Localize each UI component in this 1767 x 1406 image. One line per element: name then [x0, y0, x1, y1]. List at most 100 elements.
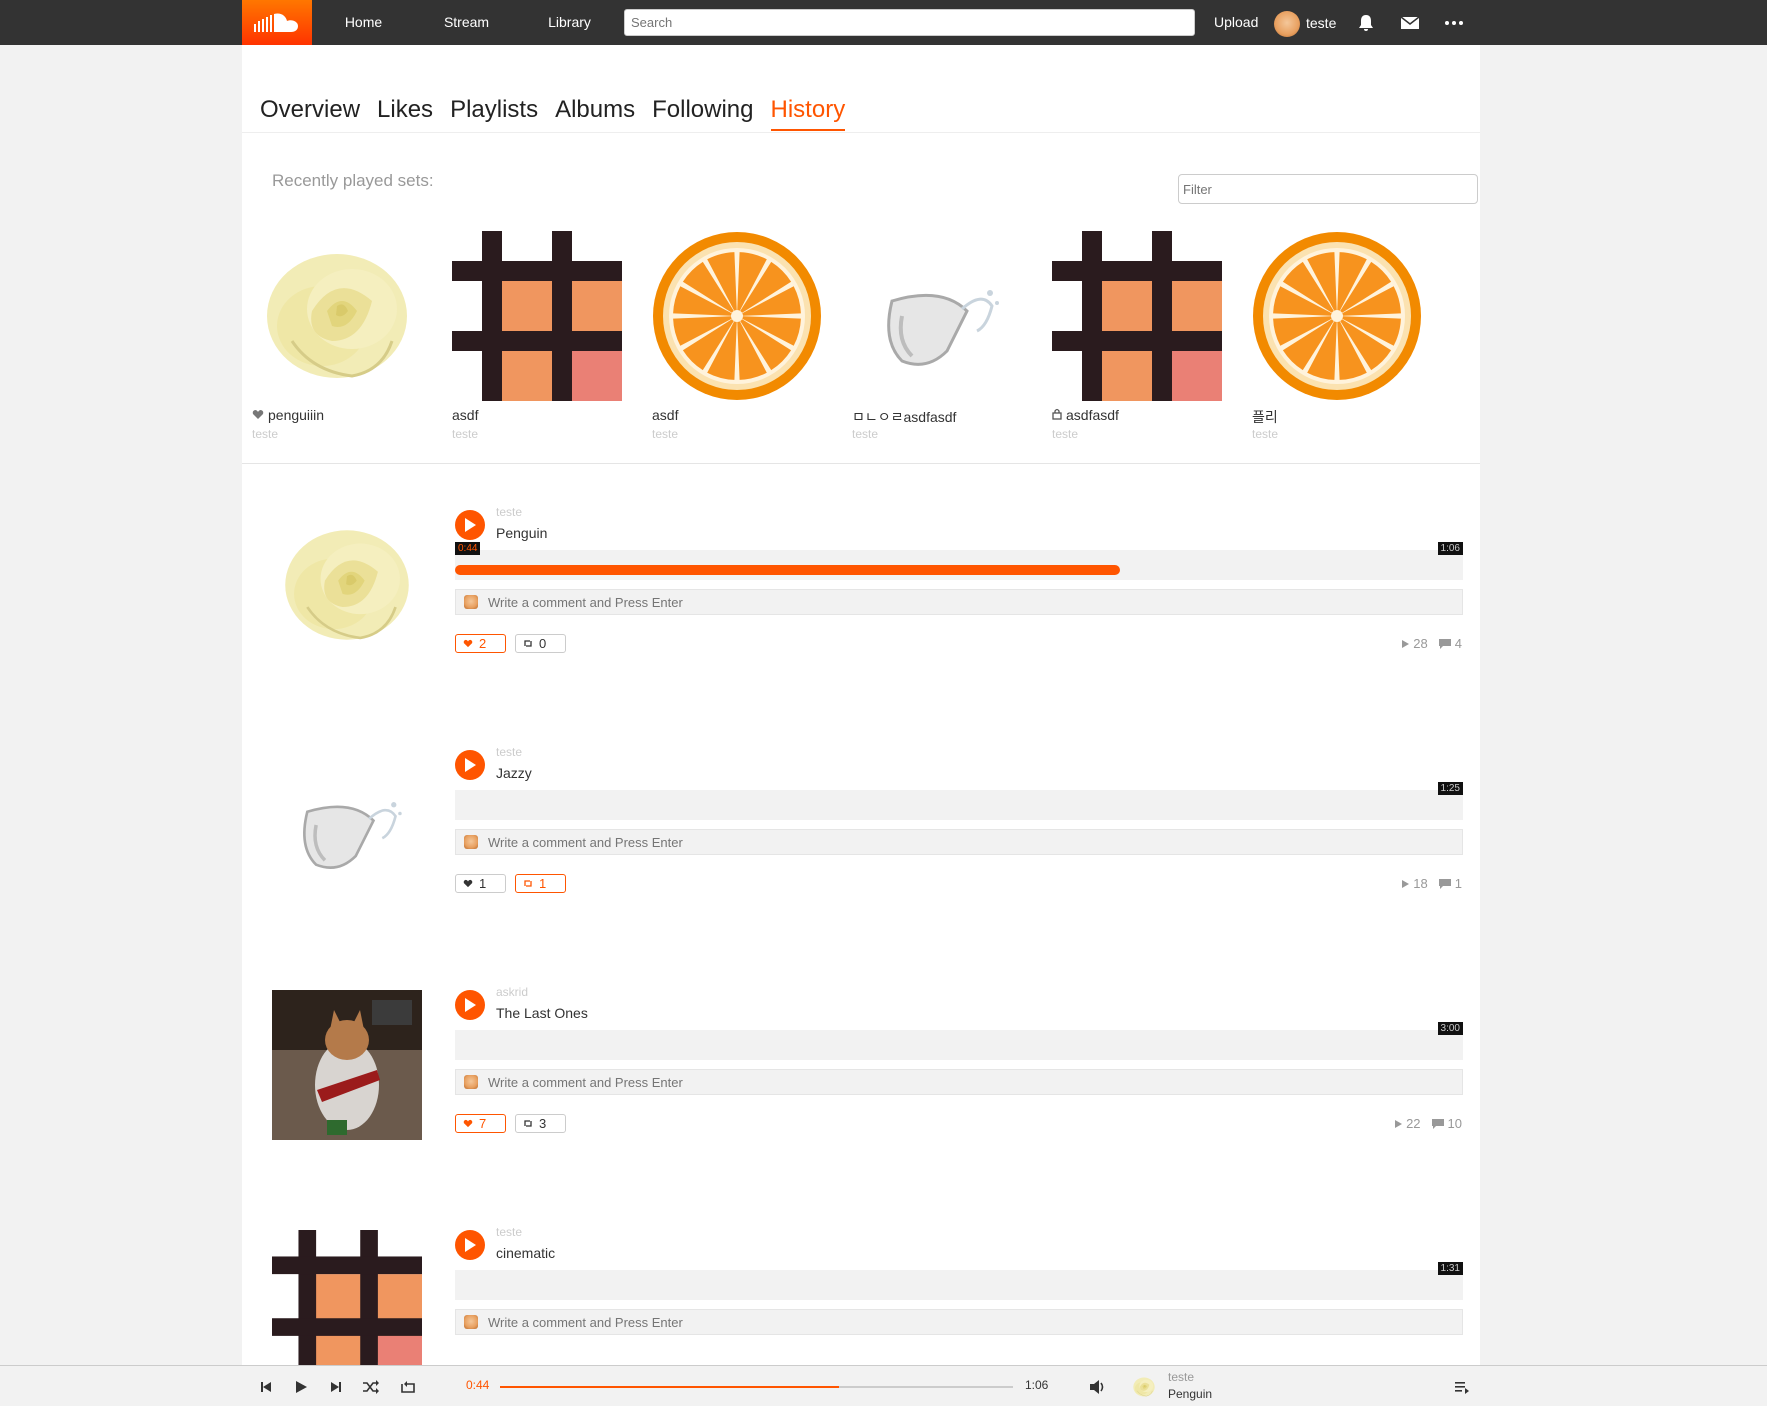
play-icon[interactable]	[291, 1377, 311, 1397]
track-title[interactable]: cinematic	[496, 1245, 555, 1261]
track-waveform[interactable]: 1:31	[455, 1262, 1463, 1300]
like-count: 1	[479, 876, 487, 891]
track-user[interactable]: teste	[496, 1225, 522, 1239]
set-title[interactable]: asdfasdf	[1052, 407, 1119, 423]
section-title: Recently played sets:	[272, 171, 434, 190]
track-title[interactable]: The Last Ones	[496, 1005, 588, 1021]
prev-icon[interactable]	[256, 1377, 276, 1397]
set-card[interactable]: 플리 teste	[1252, 231, 1422, 491]
track-waveform[interactable]: 0:44 1:06	[455, 542, 1463, 580]
set-owner[interactable]: teste	[652, 427, 678, 441]
set-artwork[interactable]	[1052, 231, 1222, 401]
tab-history[interactable]: History	[770, 95, 846, 131]
nav-home[interactable]: Home	[312, 0, 415, 45]
tab-playlists[interactable]: Playlists	[450, 95, 538, 131]
shuffle-icon[interactable]	[361, 1377, 381, 1397]
queue-icon[interactable]	[1452, 1377, 1472, 1397]
comment-input[interactable]	[488, 1072, 1448, 1092]
track-artwork[interactable]	[272, 750, 422, 900]
repost-button[interactable]: 1	[515, 874, 566, 893]
set-owner[interactable]: teste	[452, 427, 478, 441]
player-progress[interactable]	[500, 1386, 1013, 1388]
tab-likes[interactable]: Likes	[377, 95, 433, 131]
volume-icon[interactable]	[1088, 1377, 1108, 1397]
track-duration: 1:31	[1437, 1262, 1463, 1275]
play-count-icon	[1395, 1119, 1403, 1128]
set-card[interactable]: ㅁㄴㅇㄹasdfasdf teste	[852, 231, 1022, 491]
track-title[interactable]: Jazzy	[496, 765, 532, 781]
player-track-user[interactable]: teste	[1168, 1370, 1194, 1384]
set-artwork[interactable]	[1252, 231, 1422, 401]
tab-overview[interactable]: Overview	[260, 95, 360, 131]
set-title-text: asdfasdf	[1066, 407, 1119, 423]
player-track-title[interactable]: Penguin	[1168, 1387, 1212, 1401]
repost-button[interactable]: 3	[515, 1114, 566, 1133]
filter-input[interactable]	[1178, 174, 1478, 204]
like-count: 7	[479, 1116, 487, 1131]
track-play-button[interactable]	[455, 750, 485, 780]
like-button[interactable]: 2	[455, 634, 506, 653]
track-user[interactable]: askrid	[496, 985, 528, 999]
set-title[interactable]: asdf	[452, 407, 478, 423]
like-count: 2	[479, 636, 487, 651]
set-owner[interactable]: teste	[252, 427, 278, 441]
track-play-button[interactable]	[455, 1230, 485, 1260]
track-duration: 3:00	[1437, 1022, 1463, 1035]
track-artwork[interactable]	[272, 1230, 422, 1365]
set-artwork[interactable]	[452, 231, 622, 401]
comment-input[interactable]	[488, 832, 1448, 852]
upload-link[interactable]: Upload	[1214, 0, 1258, 45]
set-artwork[interactable]	[852, 231, 1022, 401]
tab-following[interactable]: Following	[652, 95, 753, 131]
mail-icon[interactable]	[1400, 13, 1420, 33]
set-title[interactable]: ㅁㄴㅇㄹasdfasdf	[852, 407, 956, 427]
username[interactable]: teste	[1306, 0, 1336, 45]
set-card[interactable]: asdfasdf teste	[1052, 231, 1222, 491]
comment-input[interactable]	[488, 1312, 1448, 1332]
track-play-button[interactable]	[455, 510, 485, 540]
search-input[interactable]	[624, 9, 1195, 36]
track-user[interactable]: teste	[496, 505, 522, 519]
like-button[interactable]: 7	[455, 1114, 506, 1133]
track-play-button[interactable]	[455, 990, 485, 1020]
track-waveform[interactable]: 1:25	[455, 782, 1463, 820]
track-artwork[interactable]	[272, 990, 422, 1140]
avatar	[464, 835, 478, 849]
nav-library[interactable]: Library	[518, 0, 621, 45]
set-artwork[interactable]	[252, 231, 422, 401]
comment-count[interactable]: 4	[1438, 636, 1462, 651]
like-button[interactable]: 1	[455, 874, 506, 893]
set-card[interactable]: asdf teste	[452, 231, 622, 491]
track-user[interactable]: teste	[496, 745, 522, 759]
comment-box	[455, 1309, 1463, 1335]
play-count-value: 28	[1413, 636, 1428, 651]
soundcloud-cloud-icon	[254, 12, 298, 32]
player-artwork[interactable]	[1131, 1374, 1157, 1400]
set-owner[interactable]: teste	[1052, 427, 1078, 441]
track-title[interactable]: Penguin	[496, 525, 547, 541]
track-artwork[interactable]	[272, 510, 422, 660]
comment-count[interactable]: 1	[1438, 876, 1462, 891]
set-title[interactable]: asdf	[652, 407, 678, 423]
tab-albums[interactable]: Albums	[555, 95, 635, 131]
set-owner[interactable]: teste	[1252, 427, 1278, 441]
set-artwork[interactable]	[652, 231, 822, 401]
repost-button[interactable]: 0	[515, 634, 566, 653]
set-owner[interactable]: teste	[852, 427, 878, 441]
nav-stream[interactable]: Stream	[415, 0, 518, 45]
next-icon[interactable]	[326, 1377, 346, 1397]
play-icon	[465, 758, 476, 772]
bell-icon[interactable]	[1356, 13, 1376, 33]
repeat-icon[interactable]	[398, 1377, 418, 1397]
set-title[interactable]: 플리	[1252, 407, 1278, 427]
set-card[interactable]: penguiiin teste	[252, 231, 422, 491]
set-card[interactable]: asdf teste	[652, 231, 822, 491]
track-waveform[interactable]: 3:00	[455, 1022, 1463, 1060]
soundcloud-logo[interactable]	[242, 0, 312, 45]
comment-count[interactable]: 10	[1431, 1116, 1462, 1131]
comment-count-value: 10	[1447, 1116, 1462, 1131]
more-icon[interactable]	[1444, 13, 1464, 33]
avatar[interactable]	[1274, 11, 1300, 37]
comment-input[interactable]	[488, 592, 1448, 612]
set-title[interactable]: penguiiin	[252, 407, 324, 423]
